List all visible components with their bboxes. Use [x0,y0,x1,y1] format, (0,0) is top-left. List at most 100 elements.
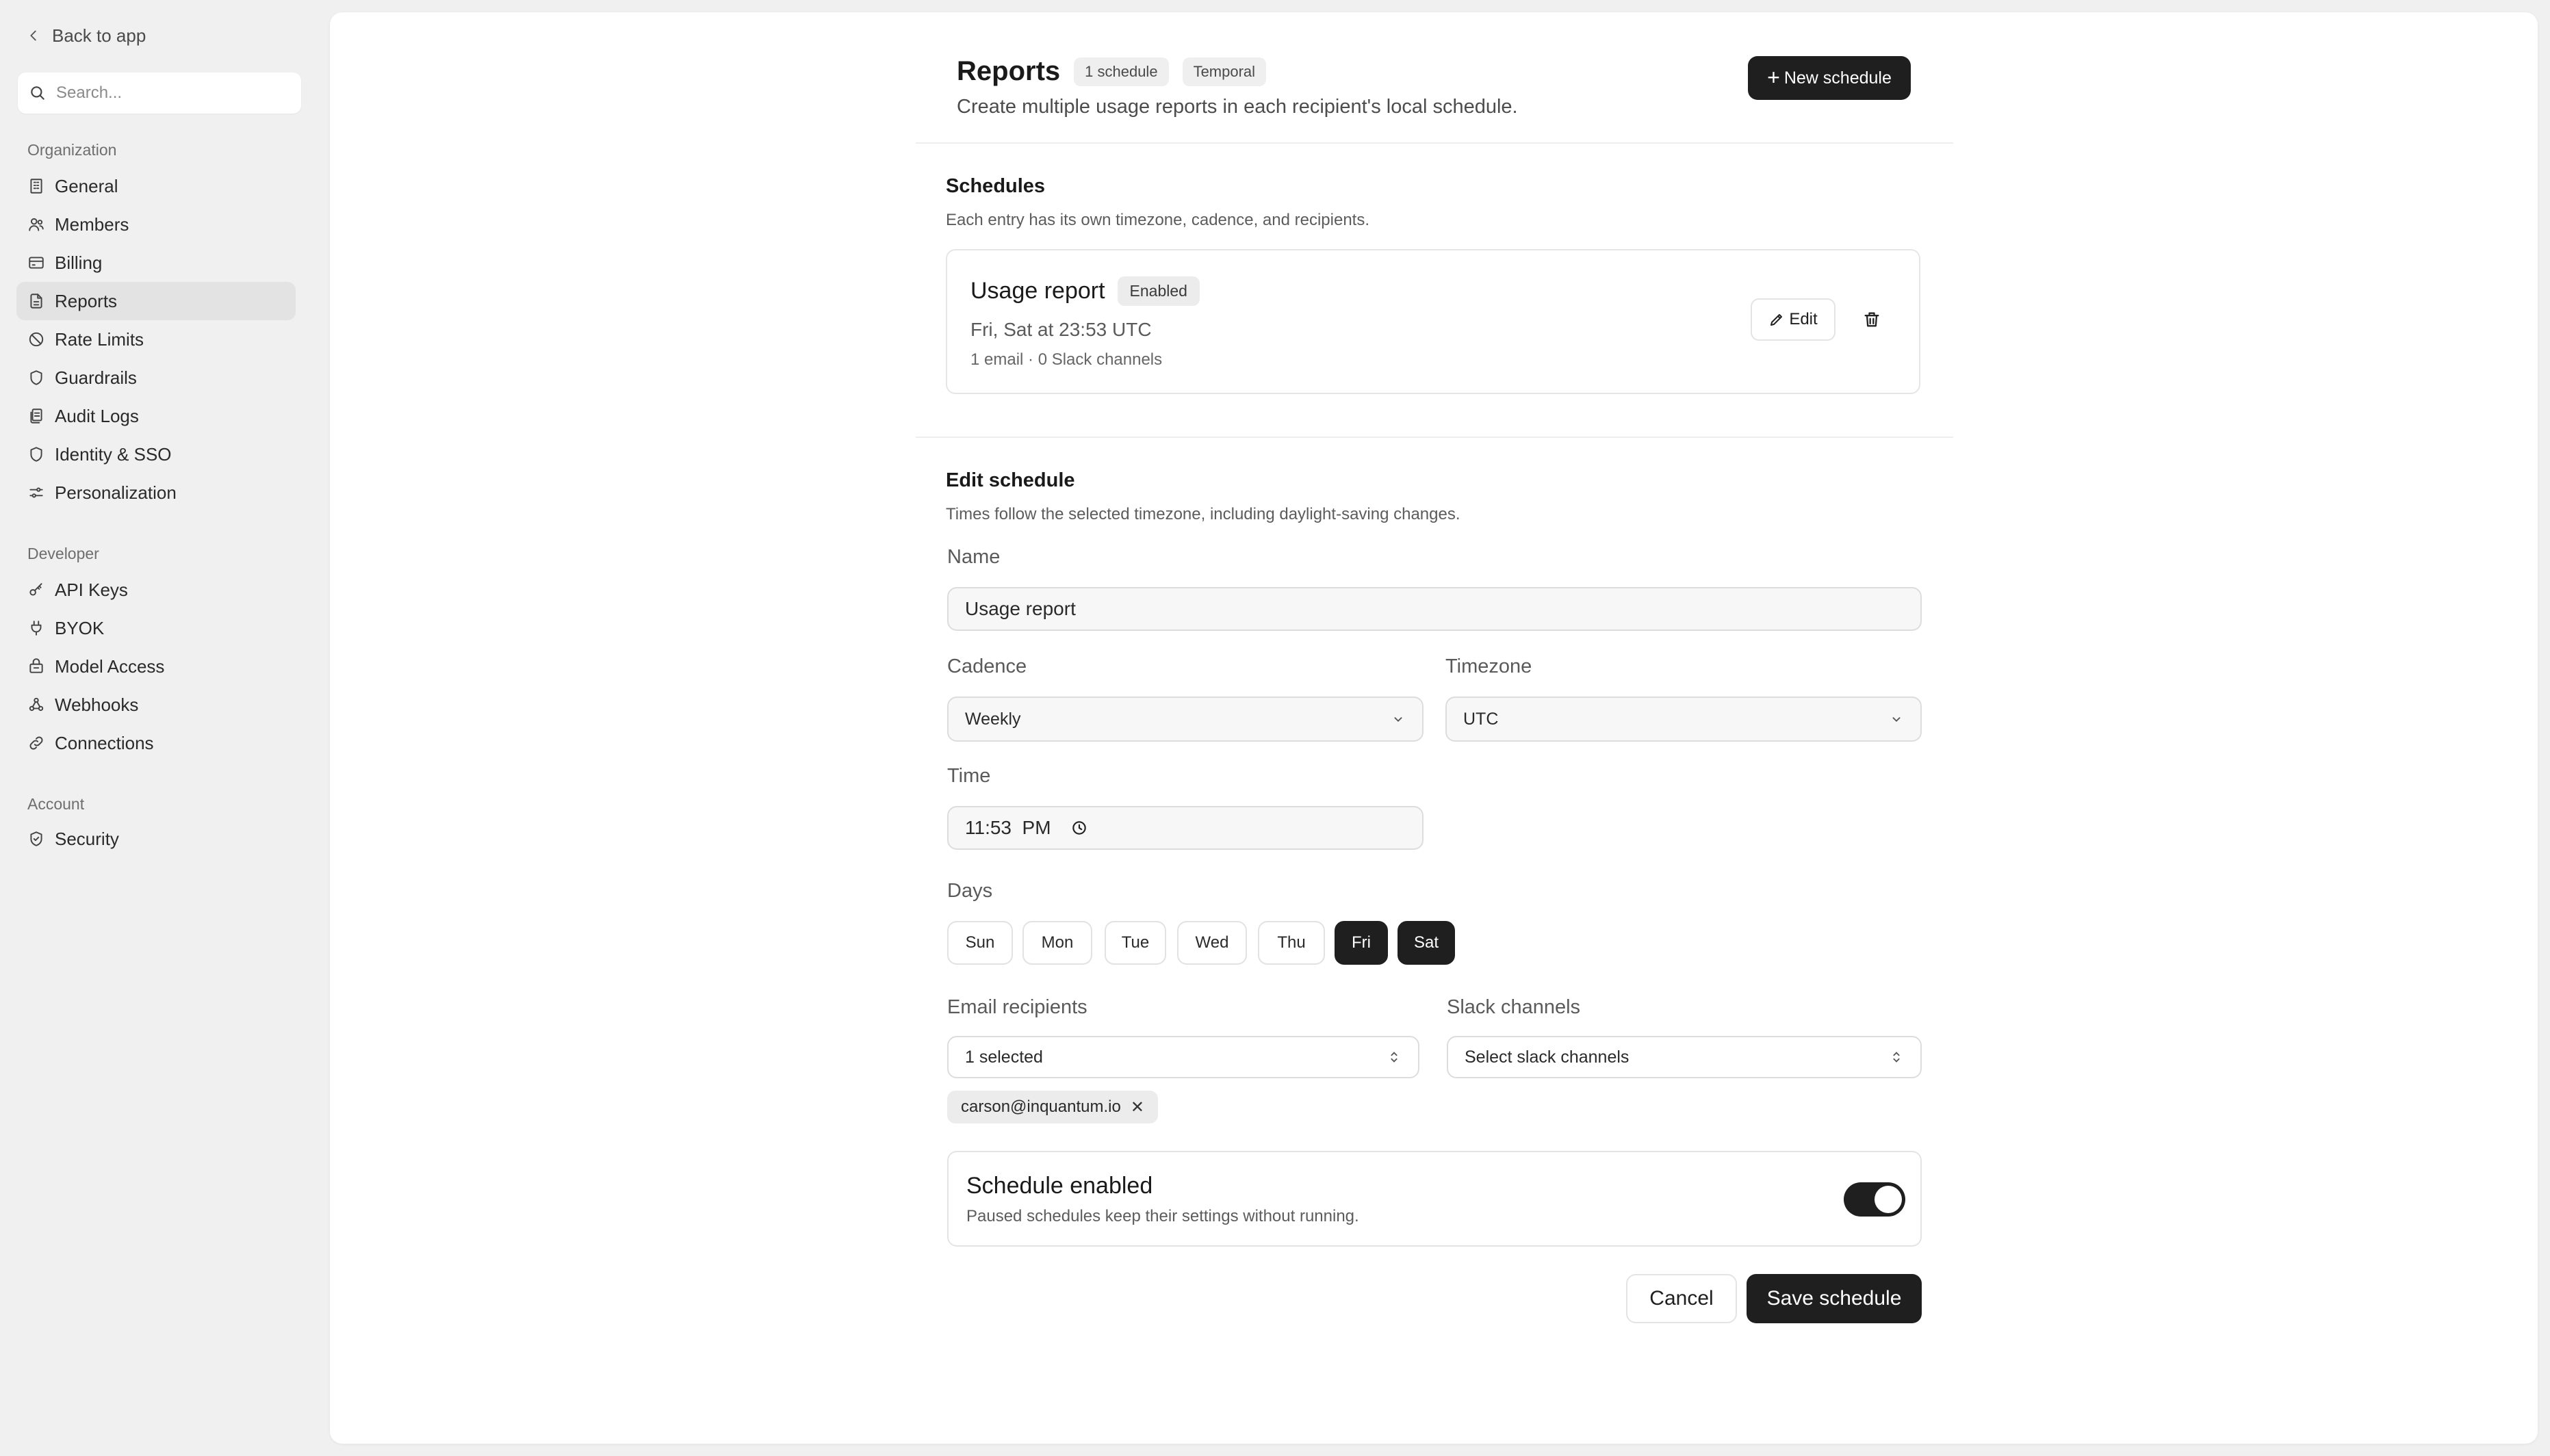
slack-channels-label: Slack channels [1447,996,1581,1018]
shield-check-icon [30,831,42,846]
sidebar-item-label: Guardrails [55,367,137,388]
days-label: Days [947,880,993,902]
back-to-app-link[interactable]: Back to app [26,21,146,51]
schedule-enabled-toggle[interactable] [1844,1182,1905,1217]
sidebar-item-label: Identity & SSO [55,443,172,465]
sidebar-item-rate-limits[interactable]: Rate Limits [16,320,296,359]
sidebar-item-connections[interactable]: Connections [16,724,296,762]
day-tue-button[interactable]: Tue [1105,921,1166,965]
day-mon-button[interactable]: Mon [1022,921,1092,965]
schedule-card-header: Usage report Enabled [970,276,1200,306]
sidebar-item-label: Audit Logs [55,405,139,426]
app: Back to app Organization General Members… [0,0,2550,1456]
plug-icon [31,621,42,636]
shield-icon [30,370,42,385]
time-input[interactable]: 11:53 PM [947,806,1424,850]
audit-icon [30,408,42,424]
name-field[interactable]: Usage report [947,587,1922,631]
delete-button[interactable] [1857,305,1886,334]
back-to-app-label: Back to app [52,25,146,46]
schedule-enabled-card: Schedule enabled Paused schedules keep t… [947,1151,1922,1247]
sidebar-item-guardrails[interactable]: Guardrails [16,359,296,397]
sidebar-item-label: General [55,175,118,196]
file-icon [30,294,42,309]
sidebar-search[interactable] [18,73,301,114]
sidebar-item-label: Reports [55,290,118,311]
sidebar-item-webhooks[interactable]: Webhooks [16,686,296,724]
cadence-select[interactable]: Weekly [947,697,1424,742]
search-icon [31,86,44,100]
building-icon [30,179,42,194]
chevron-down-icon [1892,717,1901,723]
save-schedule-button[interactable]: Save schedule [1747,1274,1922,1323]
chevron-left-icon [30,30,36,41]
sidebar-item-security[interactable]: Security [16,820,296,858]
day-fri-button[interactable]: Fri [1335,921,1388,965]
toggle-knob [1875,1186,1902,1213]
time-value: 11:53 PM [965,817,1051,838]
cadence-label: Cadence [947,655,1027,677]
day-wed-button[interactable]: Wed [1177,921,1247,965]
sidebar: Back to app Organization General Members… [0,0,330,1456]
key-icon [29,583,42,596]
sidebar-item-personalization[interactable]: Personalization [16,473,296,512]
remove-recipient-icon[interactable]: ✕ [1131,1097,1144,1117]
sidebar-item-billing[interactable]: Billing [16,244,296,282]
status-badge: Enabled [1117,276,1200,306]
users-icon [29,218,44,231]
page-title: Reports [957,56,1061,86]
schedule-enabled-subtitle: Paused schedules keep their settings wit… [966,1207,1359,1225]
day-thu-button[interactable]: Thu [1258,921,1325,965]
timezone-value: UTC [1463,709,1499,729]
sidebar-item-audit-logs[interactable]: Audit Logs [16,397,296,435]
day-sat-button[interactable]: Sat [1398,921,1455,965]
schedule-when: Fri, Sat at 23:53 UTC [970,319,1152,340]
chevron-up-down-icon [1391,1052,1398,1063]
sliders-icon [29,487,43,498]
nav-section-account: Account [27,795,85,813]
slack-channels-value: Select slack channels [1465,1047,1630,1067]
ban-icon [29,332,44,347]
name-label: Name [947,546,1001,568]
day-sun-button[interactable]: Sun [947,921,1013,965]
schedules-subtitle: Each entry has its own timezone, cadence… [946,211,1370,229]
schedules-title: Schedules [946,175,1046,197]
timezone-label: Timezone [1445,655,1532,677]
slack-channels-select[interactable]: Select slack channels [1447,1036,1922,1078]
sidebar-item-label: API Keys [55,579,128,600]
sidebar-item-label: Webhooks [55,694,139,715]
sidebar-item-model-access[interactable]: Model Access [16,647,296,686]
sidebar-item-api-keys[interactable]: API Keys [16,571,296,609]
sidebar-item-label: Security [55,828,119,849]
chevron-up-down-icon [1893,1052,1900,1063]
new-schedule-button[interactable]: + New schedule [1748,56,1911,100]
schedule-enabled-title: Schedule enabled [966,1173,1153,1199]
search-input[interactable] [56,83,290,103]
sidebar-item-reports[interactable]: Reports [16,282,296,320]
schedule-card[interactable]: Usage report Enabled Fri, Sat at 23:53 U… [946,249,1920,394]
email-recipient-chip: carson@inquantum.io ✕ [947,1091,1158,1123]
new-schedule-label: New schedule [1783,68,1892,88]
sidebar-item-general[interactable]: General [16,167,296,205]
time-label: Time [947,765,991,787]
schedule-name: Usage report [970,278,1105,304]
cancel-button[interactable]: Cancel [1626,1274,1737,1323]
engine-badge: Temporal [1182,57,1267,86]
timezone-select[interactable]: UTC [1445,697,1922,742]
email-recipients-label: Email recipients [947,996,1087,1018]
sidebar-item-label: Members [55,213,129,235]
sidebar-item-members[interactable]: Members [16,205,296,244]
cadence-value: Weekly [965,709,1021,729]
email-recipients-value: 1 selected [965,1047,1043,1067]
sidebar-item-identity-sso[interactable]: Identity & SSO [16,435,296,473]
sidebar-item-byok[interactable]: BYOK [16,609,296,647]
nav-section-developer: Developer [27,545,99,562]
email-recipients-select[interactable]: 1 selected [947,1036,1419,1078]
pencil-icon [1770,314,1783,326]
sidebar-item-label: Model Access [55,655,165,677]
edit-button[interactable]: Edit [1751,298,1836,341]
link-icon [29,736,43,750]
sidebar-item-label: Connections [55,732,154,753]
clock-icon[interactable] [1070,819,1088,837]
page-subtitle: Create multiple usage reports in each re… [957,96,1518,118]
